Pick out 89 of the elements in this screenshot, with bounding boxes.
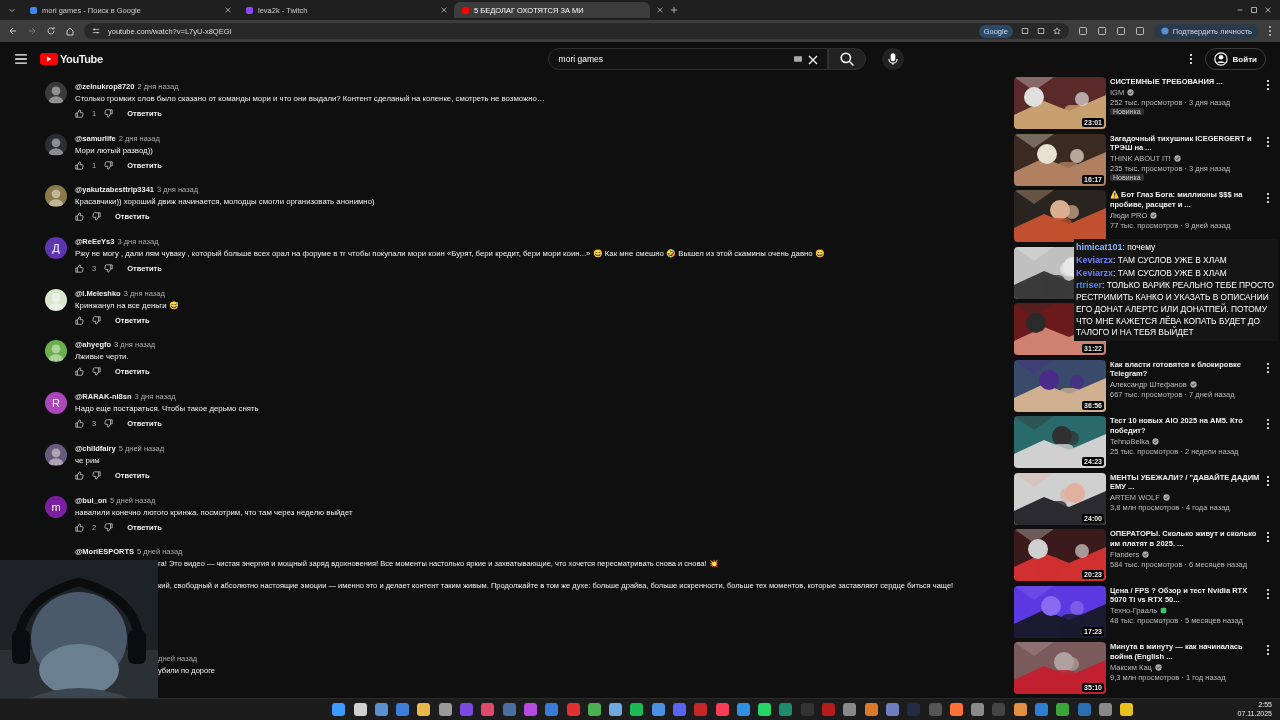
app-icon[interactable] <box>864 703 878 716</box>
dislike-icon[interactable] <box>92 470 101 480</box>
app-icon[interactable] <box>758 703 772 716</box>
home-icon[interactable] <box>65 26 75 36</box>
like-icon[interactable] <box>75 315 84 325</box>
like-icon[interactable] <box>75 367 84 377</box>
reload-icon[interactable] <box>46 26 56 36</box>
app-icon[interactable] <box>715 703 729 716</box>
chat-message: rtriser: ТОЛЬКО ВАРИК РЕАЛЬНО ТЕБЕ ПРОСТО РЕСТРИМИТЬ КАНКО И УКАЗАТЬ В ОПИСАНИИ ЕГО ДОНАТ АЛЕРТС ИЛИ ДОНАТПЕЙ. ПОТОМУ ЧТО МНЕ КАЖЕТСЯ ЛЁВА КОПАТЬ БУДЕТ ДО ТАЛОГО И НА ТЕБЯ ВЫЙДЕТ <box>1076 279 1276 340</box>
search-field[interactable]: mori games <box>547 48 828 70</box>
account-icon <box>1213 52 1228 66</box>
close-icon[interactable] <box>440 6 448 14</box>
like-icon[interactable] <box>75 264 84 274</box>
minimize-icon[interactable] <box>1236 6 1244 14</box>
dropdown-icon[interactable] <box>8 6 16 14</box>
app-icon[interactable] <box>971 703 985 716</box>
like-icon[interactable] <box>75 419 84 429</box>
avatar-icon[interactable]: m <box>45 495 67 518</box>
avatar-icon[interactable]: Д <box>45 237 67 260</box>
forward-icon[interactable] <box>27 26 37 36</box>
chat-message: Keviarzx: ТАМ СУСЛОВ УЖЕ В ХЛАМ <box>1076 266 1228 280</box>
app-icon[interactable] <box>843 703 857 716</box>
app-icon[interactable] <box>949 703 963 716</box>
back-icon[interactable] <box>8 26 18 36</box>
more-icon[interactable] <box>1266 192 1270 204</box>
avatar-icon[interactable] <box>45 340 67 363</box>
plus-icon[interactable] <box>670 6 678 14</box>
app-icon[interactable] <box>417 703 431 716</box>
star-icon[interactable] <box>1052 27 1061 35</box>
close-icon[interactable] <box>1264 6 1272 14</box>
dislike-icon[interactable] <box>92 212 101 222</box>
logo-text: YouTube <box>60 53 103 65</box>
more-icon[interactable] <box>1266 644 1270 656</box>
more-icon[interactable] <box>1266 79 1270 91</box>
app-icon[interactable] <box>332 703 346 716</box>
dislike-icon[interactable] <box>104 522 114 532</box>
clear-icon[interactable] <box>807 55 818 65</box>
more-icon[interactable] <box>1266 474 1270 487</box>
microphone-icon <box>885 52 900 66</box>
menu-icon[interactable] <box>1268 25 1272 37</box>
app-icon[interactable] <box>651 703 665 716</box>
search-icon <box>839 52 854 66</box>
close-icon[interactable] <box>656 6 664 14</box>
app-icon[interactable] <box>609 703 623 716</box>
more-icon[interactable] <box>1266 531 1270 543</box>
like-icon[interactable] <box>75 109 84 118</box>
more-icon[interactable] <box>1266 361 1270 374</box>
keyboard-icon[interactable] <box>793 55 802 63</box>
app-icon[interactable] <box>353 703 367 716</box>
chat-message: himicat101: почему <box>1076 241 1157 254</box>
more-icon[interactable] <box>1266 135 1270 148</box>
app-icon[interactable] <box>438 703 452 716</box>
search-button[interactable] <box>827 48 866 70</box>
app-icon[interactable] <box>1013 703 1027 716</box>
app-icon[interactable] <box>1120 703 1134 716</box>
app-icon[interactable] <box>374 703 388 716</box>
avatar-icon[interactable] <box>45 288 67 311</box>
maximize-icon[interactable] <box>1250 6 1258 14</box>
more-icon[interactable] <box>1266 587 1270 600</box>
like-icon[interactable] <box>75 160 84 170</box>
app-icon[interactable] <box>630 703 644 716</box>
chat-message: Keviarzx: ТАМ СУСЛОВ УЖЕ В ХЛАМ <box>1076 253 1228 267</box>
youtube-logo[interactable]: YouTube <box>40 53 103 65</box>
like-icon[interactable] <box>75 522 84 532</box>
dislike-icon[interactable] <box>104 264 114 274</box>
app-icon[interactable] <box>736 703 750 716</box>
play-icon <box>40 53 58 65</box>
more-icon[interactable] <box>1188 53 1193 65</box>
dislike-icon[interactable] <box>104 109 114 118</box>
dislike-icon[interactable] <box>104 160 114 170</box>
avatar-icon[interactable] <box>45 82 67 104</box>
more-icon[interactable] <box>1266 418 1270 430</box>
close-icon[interactable] <box>224 6 232 14</box>
menu-icon[interactable] <box>14 52 28 66</box>
avatar-icon[interactable] <box>45 185 67 208</box>
voice-search-button[interactable] <box>881 48 904 70</box>
profile-icon <box>1160 27 1169 35</box>
dislike-icon[interactable] <box>104 419 114 429</box>
site-info-icon <box>92 27 100 35</box>
dislike-icon[interactable] <box>92 315 101 325</box>
avatar-icon[interactable]: R <box>45 392 67 415</box>
avatar-icon[interactable] <box>45 133 67 156</box>
like-icon[interactable] <box>75 470 84 480</box>
like-icon[interactable] <box>75 212 84 222</box>
avatar-icon[interactable] <box>45 443 67 466</box>
app-icon[interactable] <box>1056 703 1070 716</box>
dislike-icon[interactable] <box>92 367 101 377</box>
app-icon[interactable] <box>587 703 601 716</box>
app-icon[interactable] <box>1098 703 1112 716</box>
